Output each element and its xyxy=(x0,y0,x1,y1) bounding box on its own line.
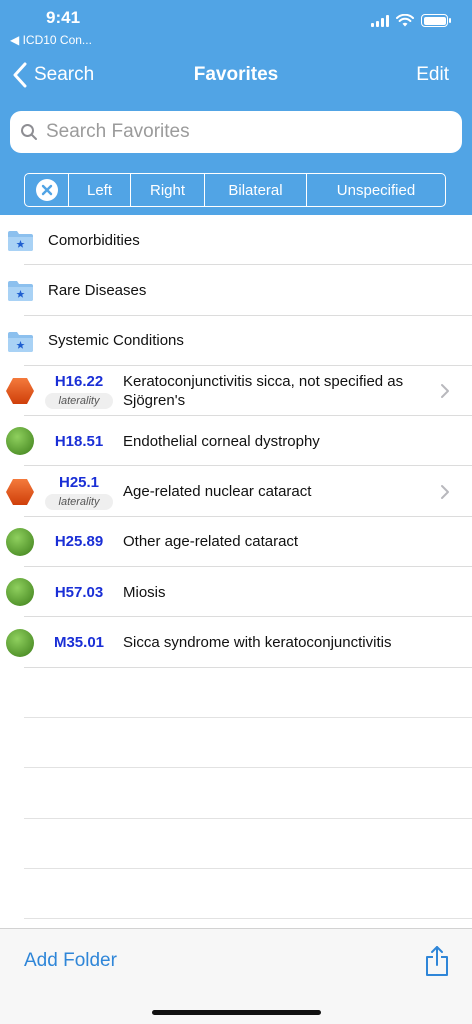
battery-icon xyxy=(421,14,451,27)
status-time: 9:41 xyxy=(46,8,81,27)
code-text: M35.01 xyxy=(53,634,105,652)
chevron-right-icon xyxy=(441,484,449,499)
code-row-h18-51[interactable]: H18.51 Endothelial corneal dystrophy xyxy=(0,416,472,467)
add-folder-button[interactable]: Add Folder xyxy=(24,950,117,972)
code-text: H16.22 xyxy=(54,373,104,391)
folder-row-rare-diseases[interactable]: Rare Diseases xyxy=(0,265,472,316)
header: 9:41 ◀ ICD10 Con... Search Favorites Edi… xyxy=(0,0,472,215)
search-input[interactable] xyxy=(46,121,446,143)
segment-unspecified[interactable]: Unspecified xyxy=(307,174,445,206)
code-block: H18.51 xyxy=(40,433,118,450)
green-circle-icon xyxy=(6,578,34,607)
segment-bilateral[interactable]: Bilateral xyxy=(205,174,307,206)
code-row-h25-1[interactable]: H25.1 laterality Age-related nuclear cat… xyxy=(0,466,472,518)
green-circle-icon xyxy=(6,628,34,657)
code-row-h57-03[interactable]: H57.03 Miosis xyxy=(0,567,472,618)
code-block: H57.03 xyxy=(40,584,118,601)
code-text: H25.89 xyxy=(54,533,104,551)
code-row-h16-22[interactable]: H16.22 laterality Keratoconjunctivitis s… xyxy=(0,366,472,417)
segment-left[interactable]: Left xyxy=(69,174,131,206)
status-indicators xyxy=(371,14,451,27)
back-button-label: Search xyxy=(34,64,95,85)
folder-star-icon xyxy=(8,281,33,302)
green-circle-icon xyxy=(6,527,34,556)
bottom-toolbar: Add Folder xyxy=(0,928,472,1024)
empty-row xyxy=(0,869,472,920)
search-icon xyxy=(21,124,37,140)
code-description: Endothelial corneal dystrophy xyxy=(123,432,320,450)
empty-row xyxy=(0,819,472,870)
laterality-badge: laterality xyxy=(44,493,114,510)
folder-label: Comorbidities xyxy=(48,231,140,249)
favorites-list: Comorbidities Rare Diseases Systemic Con… xyxy=(0,215,472,920)
share-icon[interactable] xyxy=(424,945,450,977)
laterality-filter: Left Right Bilateral Unspecified xyxy=(24,173,446,207)
code-description: Keratoconjunctivitis sicca, not specifie… xyxy=(123,373,404,410)
empty-row xyxy=(0,718,472,769)
home-indicator xyxy=(152,1010,321,1015)
code-block: H16.22 laterality xyxy=(40,373,118,410)
code-text: H57.03 xyxy=(54,583,104,601)
code-row-h25-89[interactable]: H25.89 Other age-related cataract xyxy=(0,517,472,568)
code-row-m35-01[interactable]: M35.01 Sicca syndrome with keratoconjunc… xyxy=(0,617,472,668)
folder-label: Systemic Conditions xyxy=(48,332,184,350)
code-description: Miosis xyxy=(123,583,166,601)
code-description: Age-related nuclear cataract xyxy=(123,483,312,501)
folder-row-systemic-conditions[interactable]: Systemic Conditions xyxy=(0,316,472,367)
search-bar[interactable] xyxy=(10,111,462,153)
clear-filter-button[interactable] xyxy=(25,174,69,206)
code-text: H18.51 xyxy=(54,432,104,450)
chevron-left-icon xyxy=(13,62,27,88)
code-block: H25.1 laterality xyxy=(40,474,118,510)
green-circle-icon xyxy=(6,427,34,456)
segment-right[interactable]: Right xyxy=(131,174,205,206)
folder-star-icon xyxy=(8,331,33,352)
code-text: H25.1 xyxy=(58,473,100,491)
orange-hexagon-icon xyxy=(6,378,34,405)
edit-button[interactable]: Edit xyxy=(416,64,449,86)
code-block: M35.01 xyxy=(40,634,118,651)
cellular-signal-icon xyxy=(371,14,389,27)
code-block: H25.89 xyxy=(40,533,118,550)
folder-label: Rare Diseases xyxy=(48,281,147,299)
folder-star-icon xyxy=(8,231,33,251)
x-circle-icon xyxy=(35,179,58,201)
code-description: Other age-related cataract xyxy=(123,533,299,551)
back-button[interactable]: Search xyxy=(12,62,94,88)
folder-row-comorbidities[interactable]: Comorbidities xyxy=(0,215,472,266)
empty-row xyxy=(0,668,472,719)
orange-hexagon-icon xyxy=(6,478,34,505)
back-to-app-link[interactable]: ◀ ICD10 Con... xyxy=(10,33,92,47)
laterality-badge: laterality xyxy=(44,393,114,410)
empty-row xyxy=(0,768,472,819)
wifi-icon xyxy=(396,14,414,27)
chevron-right-icon xyxy=(441,384,449,399)
code-description: Sicca syndrome with keratoconjunctivitis xyxy=(123,634,392,652)
